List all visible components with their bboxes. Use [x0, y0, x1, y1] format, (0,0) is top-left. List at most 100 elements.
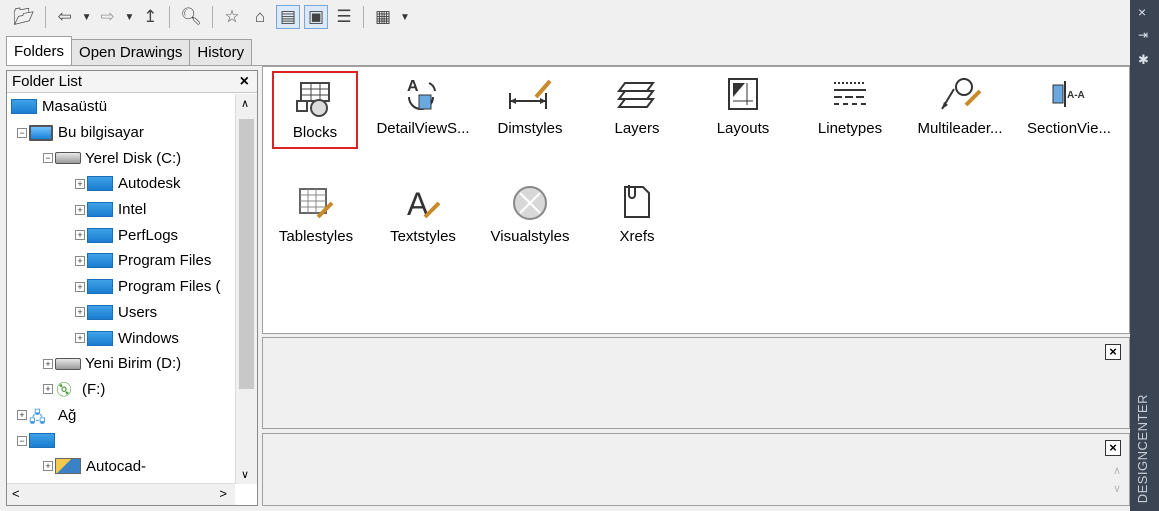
tree-item-label: Masaüstü	[42, 98, 108, 116]
tab-history[interactable]: History	[189, 39, 253, 66]
folder-icon	[87, 304, 113, 320]
layouts-icon	[719, 73, 767, 117]
tab-open-drawings[interactable]: Open Drawings	[71, 39, 191, 66]
close-icon[interactable]: ×	[1105, 344, 1121, 360]
chevron-right-icon[interactable]: >	[219, 486, 227, 501]
content-item-blocks[interactable]: Blocks	[272, 71, 358, 149]
content-item-layouts[interactable]: Layouts	[688, 73, 798, 137]
collapse-icon[interactable]: −	[17, 435, 27, 446]
content-item-multileaderstyles[interactable]: Multileader...	[905, 73, 1015, 137]
visualstyles-icon	[506, 181, 554, 225]
designcenter-title: DESIGNCENTER	[1135, 393, 1150, 503]
tree-item-yerel-disk[interactable]: − Yerel Disk (C:)	[7, 145, 235, 171]
expand-icon[interactable]: +	[75, 307, 85, 318]
collapse-icon[interactable]: −	[43, 153, 53, 164]
expand-icon[interactable]: +	[75, 178, 85, 189]
content-item-label: Xrefs	[619, 228, 655, 245]
forward-dropdown-icon[interactable]: ▼	[125, 12, 135, 23]
preview-icon[interactable]: ▣	[304, 5, 328, 29]
chevron-down-icon[interactable]: ∨	[241, 468, 249, 481]
tree-item-label: Autodesk	[118, 175, 181, 193]
expand-icon[interactable]: +	[43, 358, 53, 369]
expand-icon[interactable]: +	[75, 204, 85, 215]
back-icon[interactable]: ⇦	[53, 5, 77, 29]
expand-icon[interactable]: +	[43, 384, 53, 395]
search-icon[interactable]: 🔍︎	[177, 5, 205, 29]
expand-icon[interactable]: +	[43, 461, 53, 472]
content-item-detailviewstyles[interactable]: A DetailViewS...	[368, 73, 478, 137]
close-icon[interactable]: ×	[240, 73, 249, 91]
tree-item-program-files-x86[interactable]: + Program Files (	[7, 274, 235, 300]
content-item-layers[interactable]: Layers	[582, 73, 692, 137]
folder-vertical-scrollbar[interactable]: ∧ ∨	[235, 94, 257, 484]
content-item-label: Tablestyles	[278, 228, 354, 245]
tree-item-intel[interactable]: + Intel	[7, 197, 235, 223]
home-icon[interactable]: ⌂	[248, 5, 272, 29]
cd-drive-icon: 💿︎	[55, 381, 73, 398]
content-item-label: Multileader...	[917, 120, 1003, 137]
svg-text:A: A	[407, 78, 419, 95]
tree-item-users[interactable]: + Users	[7, 300, 235, 326]
content-item-linetypes[interactable]: Linetypes	[795, 73, 905, 137]
tree-item-ag[interactable]: + 🖧︎ Ağ	[7, 402, 235, 428]
favorites-icon[interactable]: ☆	[220, 5, 244, 29]
description-scroll-arrows[interactable]: ∧ ∨	[1113, 462, 1121, 498]
up-icon[interactable]: ↥	[138, 5, 162, 29]
tree-item-autocad[interactable]: + Autocad-	[7, 454, 235, 480]
expand-icon[interactable]: +	[75, 333, 85, 344]
chevron-up-icon[interactable]: ∧	[241, 97, 249, 110]
close-icon[interactable]: ×	[1105, 440, 1121, 456]
tree-item-autodesk[interactable]: + Autodesk	[7, 171, 235, 197]
close-icon[interactable]: ×	[1138, 4, 1146, 20]
tree-item-label: Yerel Disk (C:)	[85, 149, 182, 167]
content-item-sectionviewstyles[interactable]: A-A SectionVie...	[1014, 73, 1124, 137]
tree-item-masaustu[interactable]: Masaüstü	[7, 94, 235, 120]
folder-list-header: Folder List ×	[7, 71, 257, 93]
tree-item-perflogs[interactable]: + PerfLogs	[7, 222, 235, 248]
tree-item-windows[interactable]: + Windows	[7, 325, 235, 351]
tree-item-label: Program Files (	[118, 278, 221, 296]
toolbar-separator	[44, 6, 46, 28]
preview-pane: ×	[262, 337, 1130, 429]
forward-icon[interactable]: ⇨	[96, 5, 120, 29]
tree-item-f-drive[interactable]: + 💿︎ (F:)	[7, 377, 235, 403]
dimstyles-icon	[506, 73, 554, 117]
tab-folders[interactable]: Folders	[6, 36, 73, 66]
auto-hide-icon[interactable]: ⇥	[1138, 28, 1148, 42]
folder-horizontal-scrollbar[interactable]: < >	[7, 483, 235, 505]
network-icon: 🖧︎	[29, 409, 46, 427]
views-dropdown-icon[interactable]: ▼	[400, 12, 410, 23]
content-item-label: Layers	[614, 120, 660, 137]
content-item-visualstyles[interactable]: Visualstyles	[475, 181, 585, 245]
tree-item-program-files[interactable]: + Program Files	[7, 248, 235, 274]
collapse-icon[interactable]: −	[17, 127, 27, 138]
folder-icon	[87, 253, 113, 269]
chevron-left-icon[interactable]: <	[12, 486, 20, 501]
expand-icon[interactable]: +	[75, 255, 85, 266]
content-item-label: Visualstyles	[490, 228, 570, 245]
tree-item-unnamed[interactable]: −	[7, 428, 235, 454]
folder-tree: Masaüstü − Bu bilgisayar − Yerel Disk (C…	[7, 94, 235, 484]
properties-icon[interactable]: ✱	[1138, 52, 1149, 68]
expand-icon[interactable]: +	[17, 410, 27, 421]
content-item-xrefs[interactable]: Xrefs	[582, 181, 692, 245]
content-item-tablestyles[interactable]: Tablestyles	[261, 181, 371, 245]
tree-item-bu-bilgisayar[interactable]: − Bu bilgisayar	[7, 120, 235, 146]
content-item-label: SectionVie...	[1027, 120, 1111, 137]
xrefs-icon	[613, 181, 661, 225]
back-dropdown-icon[interactable]: ▼	[82, 12, 92, 23]
scrollbar-thumb[interactable]	[239, 119, 254, 389]
tree-item-yeni-birim[interactable]: + Yeni Birim (D:)	[7, 351, 235, 377]
description-icon[interactable]: ☰	[332, 5, 356, 29]
expand-icon[interactable]: +	[75, 281, 85, 292]
expand-icon[interactable]: +	[75, 230, 85, 241]
content-item-textstyles[interactable]: A Textstyles	[368, 181, 478, 245]
textstyles-icon: A	[399, 181, 447, 225]
content-item-dimstyles[interactable]: Dimstyles	[475, 73, 585, 137]
tree-item-label: Yeni Birim (D:)	[85, 355, 182, 373]
open-icon[interactable]: 📂︎	[10, 5, 38, 29]
tree-item-label: Autocad-	[86, 457, 147, 475]
tree-toggle-icon[interactable]: ▤	[276, 5, 300, 29]
designcenter-title-bar: × ⇥ ✱ DESIGNCENTER	[1130, 0, 1159, 511]
views-icon[interactable]: ▦	[371, 5, 395, 29]
